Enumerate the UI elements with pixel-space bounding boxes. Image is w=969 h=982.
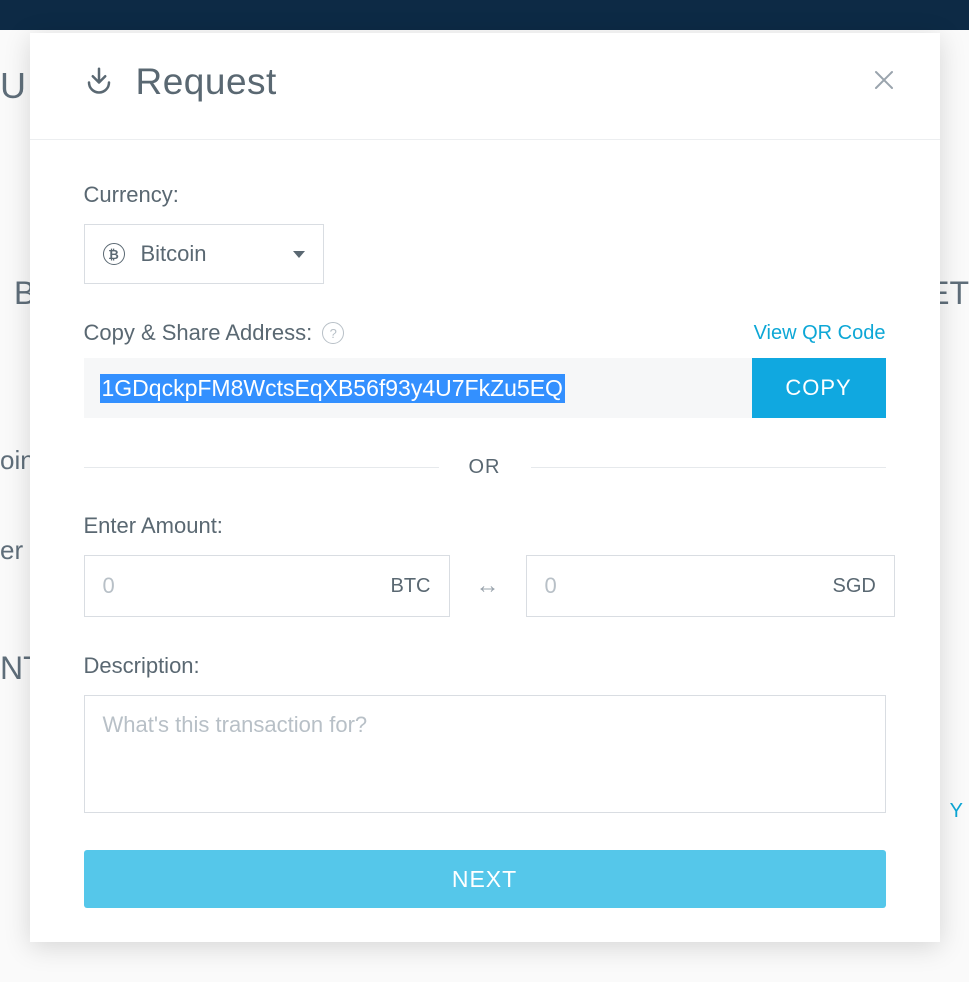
request-icon: [84, 65, 114, 100]
description-input[interactable]: [84, 695, 886, 813]
address-label-row: Copy & Share Address: ? View QR Code: [84, 320, 886, 346]
address-row: 1GDqckpFM8WctsEqXB56f93y4U7FkZu5EQ COPY: [84, 358, 886, 418]
amount-fiat-wrap[interactable]: SGD: [526, 555, 895, 617]
request-modal: Request Currency: ₿ Bitcoin Copy & Share…: [30, 33, 940, 942]
top-bar: [0, 0, 969, 30]
amount-btc-unit: BTC: [391, 575, 431, 598]
bitcoin-icon: ₿: [103, 243, 125, 265]
address-section: Copy & Share Address: ? View QR Code 1GD…: [84, 320, 886, 418]
amount-fiat-input[interactable]: [545, 573, 833, 599]
chevron-down-icon: [293, 251, 305, 258]
help-icon[interactable]: ?: [322, 322, 344, 344]
divider-line: [531, 467, 886, 468]
divider-text: OR: [439, 456, 531, 479]
address-label: Copy & Share Address:: [84, 320, 313, 346]
amount-label: Enter Amount:: [84, 513, 886, 539]
swap-icon[interactable]: ↔: [476, 572, 500, 600]
amount-row: BTC ↔ SGD: [84, 555, 886, 617]
address-label-left: Copy & Share Address: ?: [84, 320, 345, 346]
modal-title-wrap: Request: [84, 61, 277, 103]
amount-fiat-unit: SGD: [833, 575, 876, 598]
description-section: Description:: [84, 653, 886, 818]
modal-header: Request: [30, 33, 940, 140]
wallet-address: 1GDqckpFM8WctsEqXB56f93y4U7FkZu5EQ: [100, 374, 565, 403]
amount-btc-input[interactable]: [103, 573, 391, 599]
currency-select[interactable]: ₿ Bitcoin: [84, 224, 324, 284]
currency-label: Currency:: [84, 182, 886, 208]
view-qr-link[interactable]: View QR Code: [754, 322, 886, 345]
amount-btc-wrap[interactable]: BTC: [84, 555, 450, 617]
modal-title: Request: [136, 61, 277, 103]
modal-overlay: Request Currency: ₿ Bitcoin Copy & Share…: [0, 30, 969, 982]
next-button[interactable]: NEXT: [84, 850, 886, 908]
copy-button[interactable]: COPY: [752, 358, 886, 418]
currency-selected-name: Bitcoin: [141, 241, 293, 267]
description-label: Description:: [84, 653, 886, 679]
close-icon[interactable]: [866, 62, 902, 103]
modal-body: Currency: ₿ Bitcoin Copy & Share Address…: [30, 140, 940, 942]
address-box[interactable]: 1GDqckpFM8WctsEqXB56f93y4U7FkZu5EQ: [84, 358, 752, 418]
divider-row: OR: [84, 456, 886, 479]
divider-line: [84, 467, 439, 468]
